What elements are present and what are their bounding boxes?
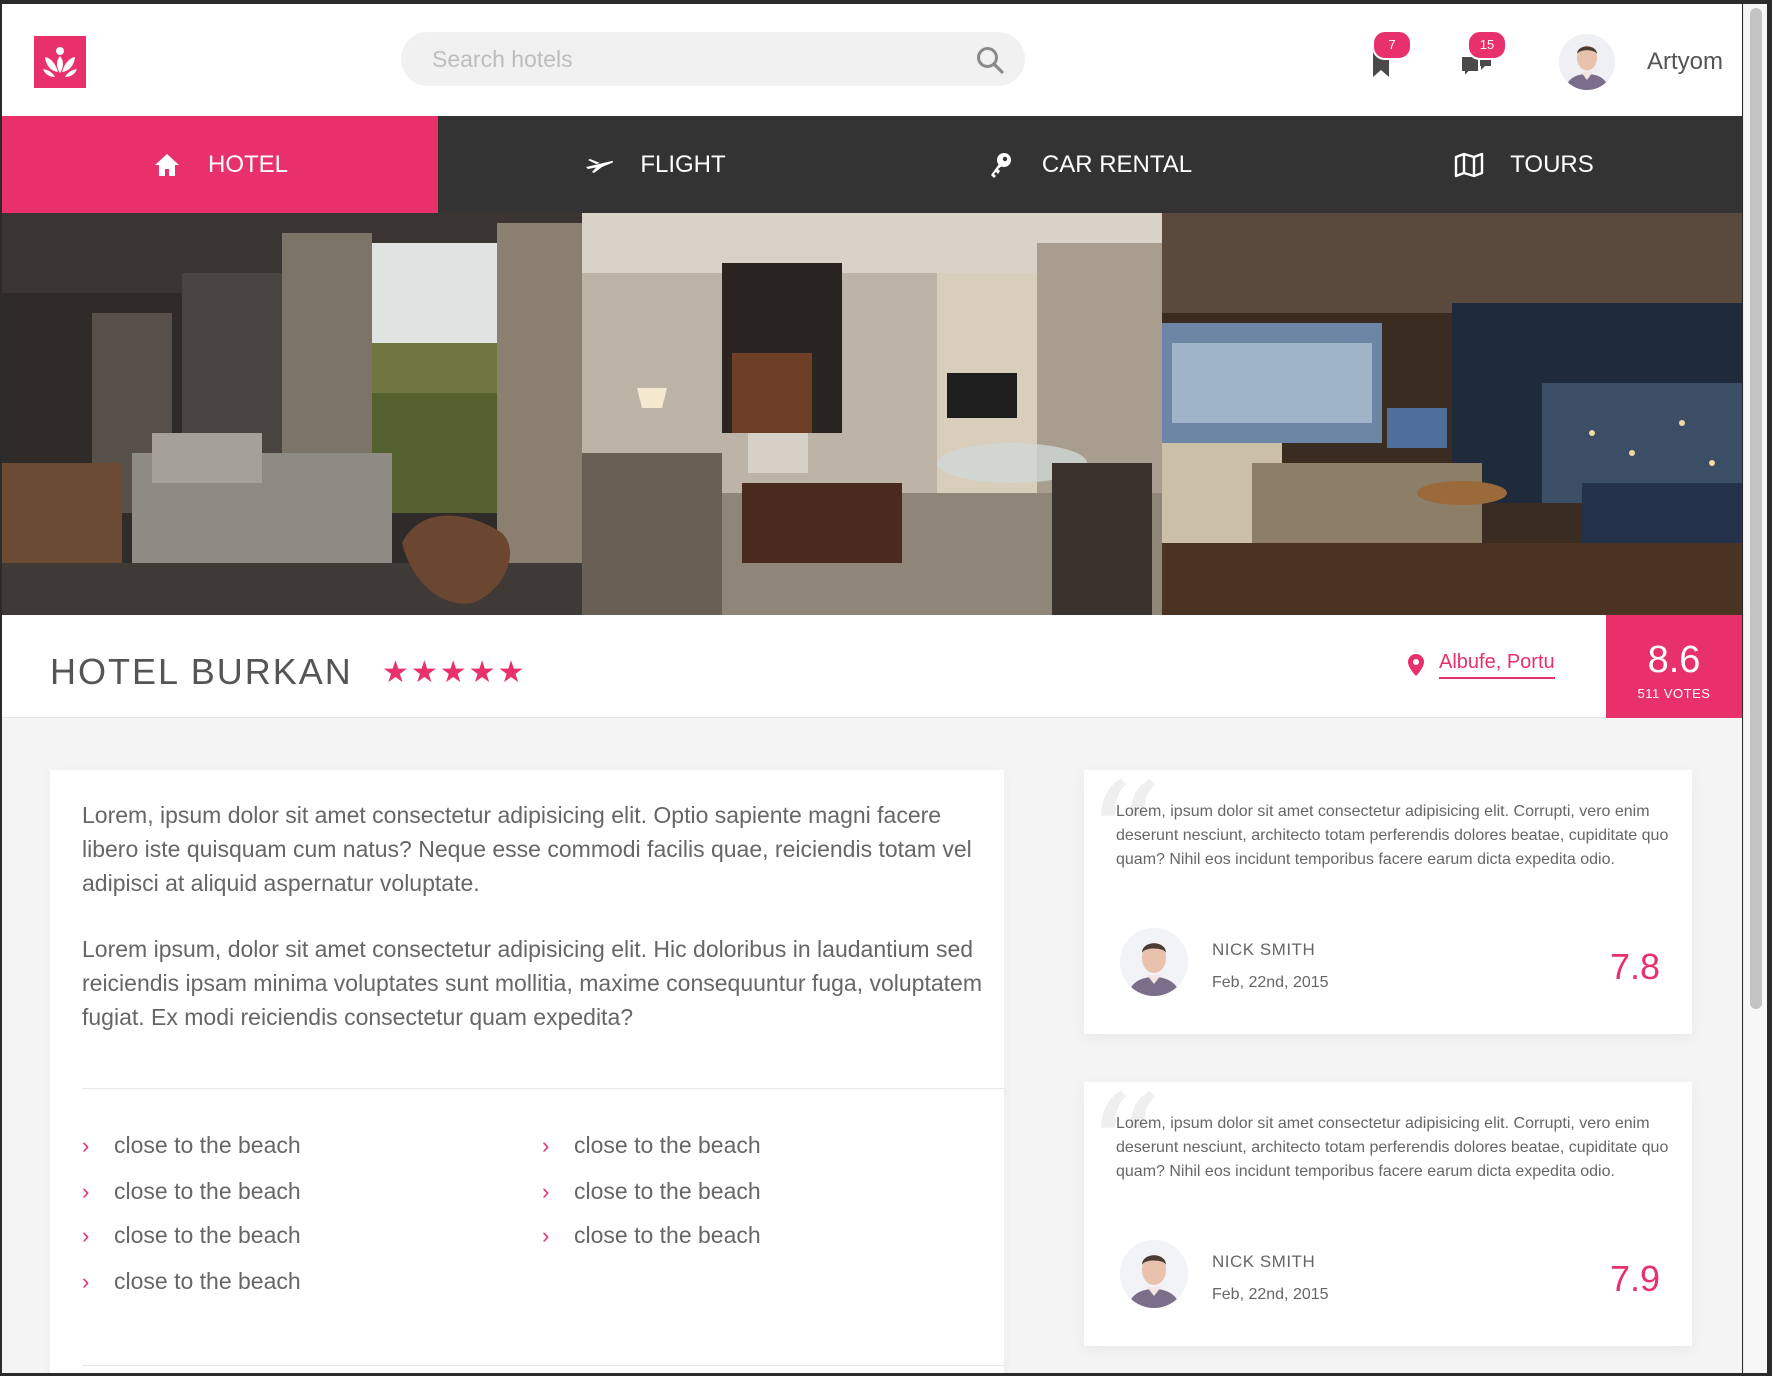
photo-gallery	[2, 213, 1742, 615]
hotel-score: 8.6	[1647, 639, 1701, 681]
feature-label: close to the beach	[114, 1222, 301, 1248]
hotel-score-badge: 8.6 511 VOTES	[1606, 615, 1742, 718]
logo[interactable]	[34, 36, 86, 88]
chevron-right-icon: ›	[542, 1178, 550, 1204]
messages-badge: 15	[1467, 30, 1507, 60]
feature-label: close to the beach	[574, 1132, 761, 1158]
divider	[82, 1365, 1004, 1366]
chevron-right-icon: ›	[542, 1132, 550, 1158]
location-text: Albufe, Portu	[1439, 651, 1555, 679]
reviewer-name: NICK SMITH	[1212, 1252, 1316, 1271]
review-text: Lorem, ipsum dolor sit amet consectetur …	[1116, 1115, 1669, 1180]
chevron-right-icon: ›	[82, 1178, 90, 1204]
description-paragraph-2: Lorem ipsum, dolor sit amet consectetur …	[82, 936, 982, 1030]
review-card: “ Lorem, ipsum dolor sit amet consectetu…	[1084, 1076, 1692, 1346]
feature-item: › close to the beach	[542, 1132, 761, 1159]
feature-label: close to the beach	[574, 1178, 761, 1204]
feature-label: close to the beach	[114, 1268, 301, 1294]
feature-label: close to the beach	[114, 1178, 301, 1204]
tab-hotel-label: HOTEL	[207, 150, 288, 178]
star-rating: ★★★★★	[382, 656, 527, 689]
divider	[82, 1088, 1004, 1089]
reviewer-avatar	[1120, 928, 1188, 996]
reviewer-avatar	[1120, 1240, 1188, 1308]
location-link[interactable]: Albufe, Portu	[1407, 651, 1555, 679]
hotel-title-bar: HOTEL BURKAN ★★★★★ Albufe, Portu 8.6 511…	[2, 615, 1742, 718]
review-score: 7.8	[1609, 946, 1660, 987]
bookmarks-badge: 7	[1372, 30, 1412, 60]
tab-tours-label: TOURS	[1510, 150, 1594, 178]
tab-flight[interactable]: FLIGHT	[438, 116, 872, 213]
review-date: Feb, 22nd, 2015	[1212, 1286, 1329, 1303]
description-paragraph-1: Lorem, ipsum dolor sit amet consectetur …	[82, 802, 972, 896]
review-card: “ Lorem, ipsum dolor sit amet consectetu…	[1084, 764, 1692, 1034]
tab-tours[interactable]: TOURS	[1306, 116, 1742, 213]
vertical-scrollbar[interactable]	[1743, 4, 1767, 1373]
scrollbar-thumb[interactable]	[1750, 8, 1762, 1009]
map-icon	[1454, 150, 1484, 180]
messages-button[interactable]: 15	[1457, 30, 1507, 82]
feature-label: close to the beach	[114, 1132, 301, 1158]
feature-item: › close to the beach	[542, 1178, 761, 1205]
lotus-logo-icon	[43, 47, 77, 77]
hotel-votes: 511 VOTES	[1637, 686, 1711, 701]
reviewer-name: NICK SMITH	[1212, 940, 1316, 959]
feature-item: › close to the beach	[82, 1268, 301, 1295]
user-name: Artyom	[1647, 48, 1724, 75]
tab-car-rental-label: CAR RENTAL	[1041, 150, 1193, 178]
search-icon[interactable]	[975, 45, 1005, 75]
user-menu[interactable]: Artyom	[1559, 32, 1723, 92]
gallery-photo-1[interactable]	[2, 213, 582, 615]
feature-item: › close to the beach	[82, 1178, 301, 1205]
feature-label: close to the beach	[574, 1222, 761, 1248]
review-text: Lorem, ipsum dolor sit amet consectetur …	[1116, 803, 1669, 868]
chevron-right-icon: ›	[82, 1132, 90, 1158]
feature-item: › close to the beach	[542, 1222, 761, 1249]
search-bar	[401, 32, 1025, 86]
map-pin-icon	[1408, 654, 1424, 676]
description-card: Lorem, ipsum dolor sit amet consectetur …	[50, 770, 1004, 1373]
top-header: 7 15 Artyom	[2, 4, 1742, 116]
gallery-photo-2[interactable]	[582, 213, 1162, 615]
chevron-right-icon: ›	[82, 1268, 90, 1294]
plane-icon	[584, 150, 614, 180]
gallery-photo-3[interactable]	[1162, 213, 1742, 615]
tab-flight-label: FLIGHT	[640, 150, 726, 178]
chevron-right-icon: ›	[82, 1222, 90, 1248]
avatar	[1559, 34, 1615, 90]
tab-car-rental[interactable]: CAR RENTAL	[872, 116, 1306, 213]
chevron-right-icon: ›	[542, 1222, 550, 1248]
app-window: 7 15 Artyom	[2, 4, 1742, 1373]
review-score: 7.9	[1609, 1258, 1660, 1299]
hotel-name: HOTEL BURKAN	[50, 651, 353, 692]
review-date: Feb, 22nd, 2015	[1212, 974, 1329, 991]
feature-item: › close to the beach	[82, 1222, 301, 1249]
bookmarks-button[interactable]: 7	[1362, 30, 1412, 82]
search-input[interactable]	[432, 32, 952, 86]
key-icon	[986, 150, 1016, 180]
home-icon	[152, 150, 182, 180]
main-nav: HOTEL FLIGHT CAR RENTAL TOURS	[2, 116, 1742, 213]
tab-hotel[interactable]: HOTEL	[2, 116, 438, 213]
feature-item: › close to the beach	[82, 1132, 301, 1159]
